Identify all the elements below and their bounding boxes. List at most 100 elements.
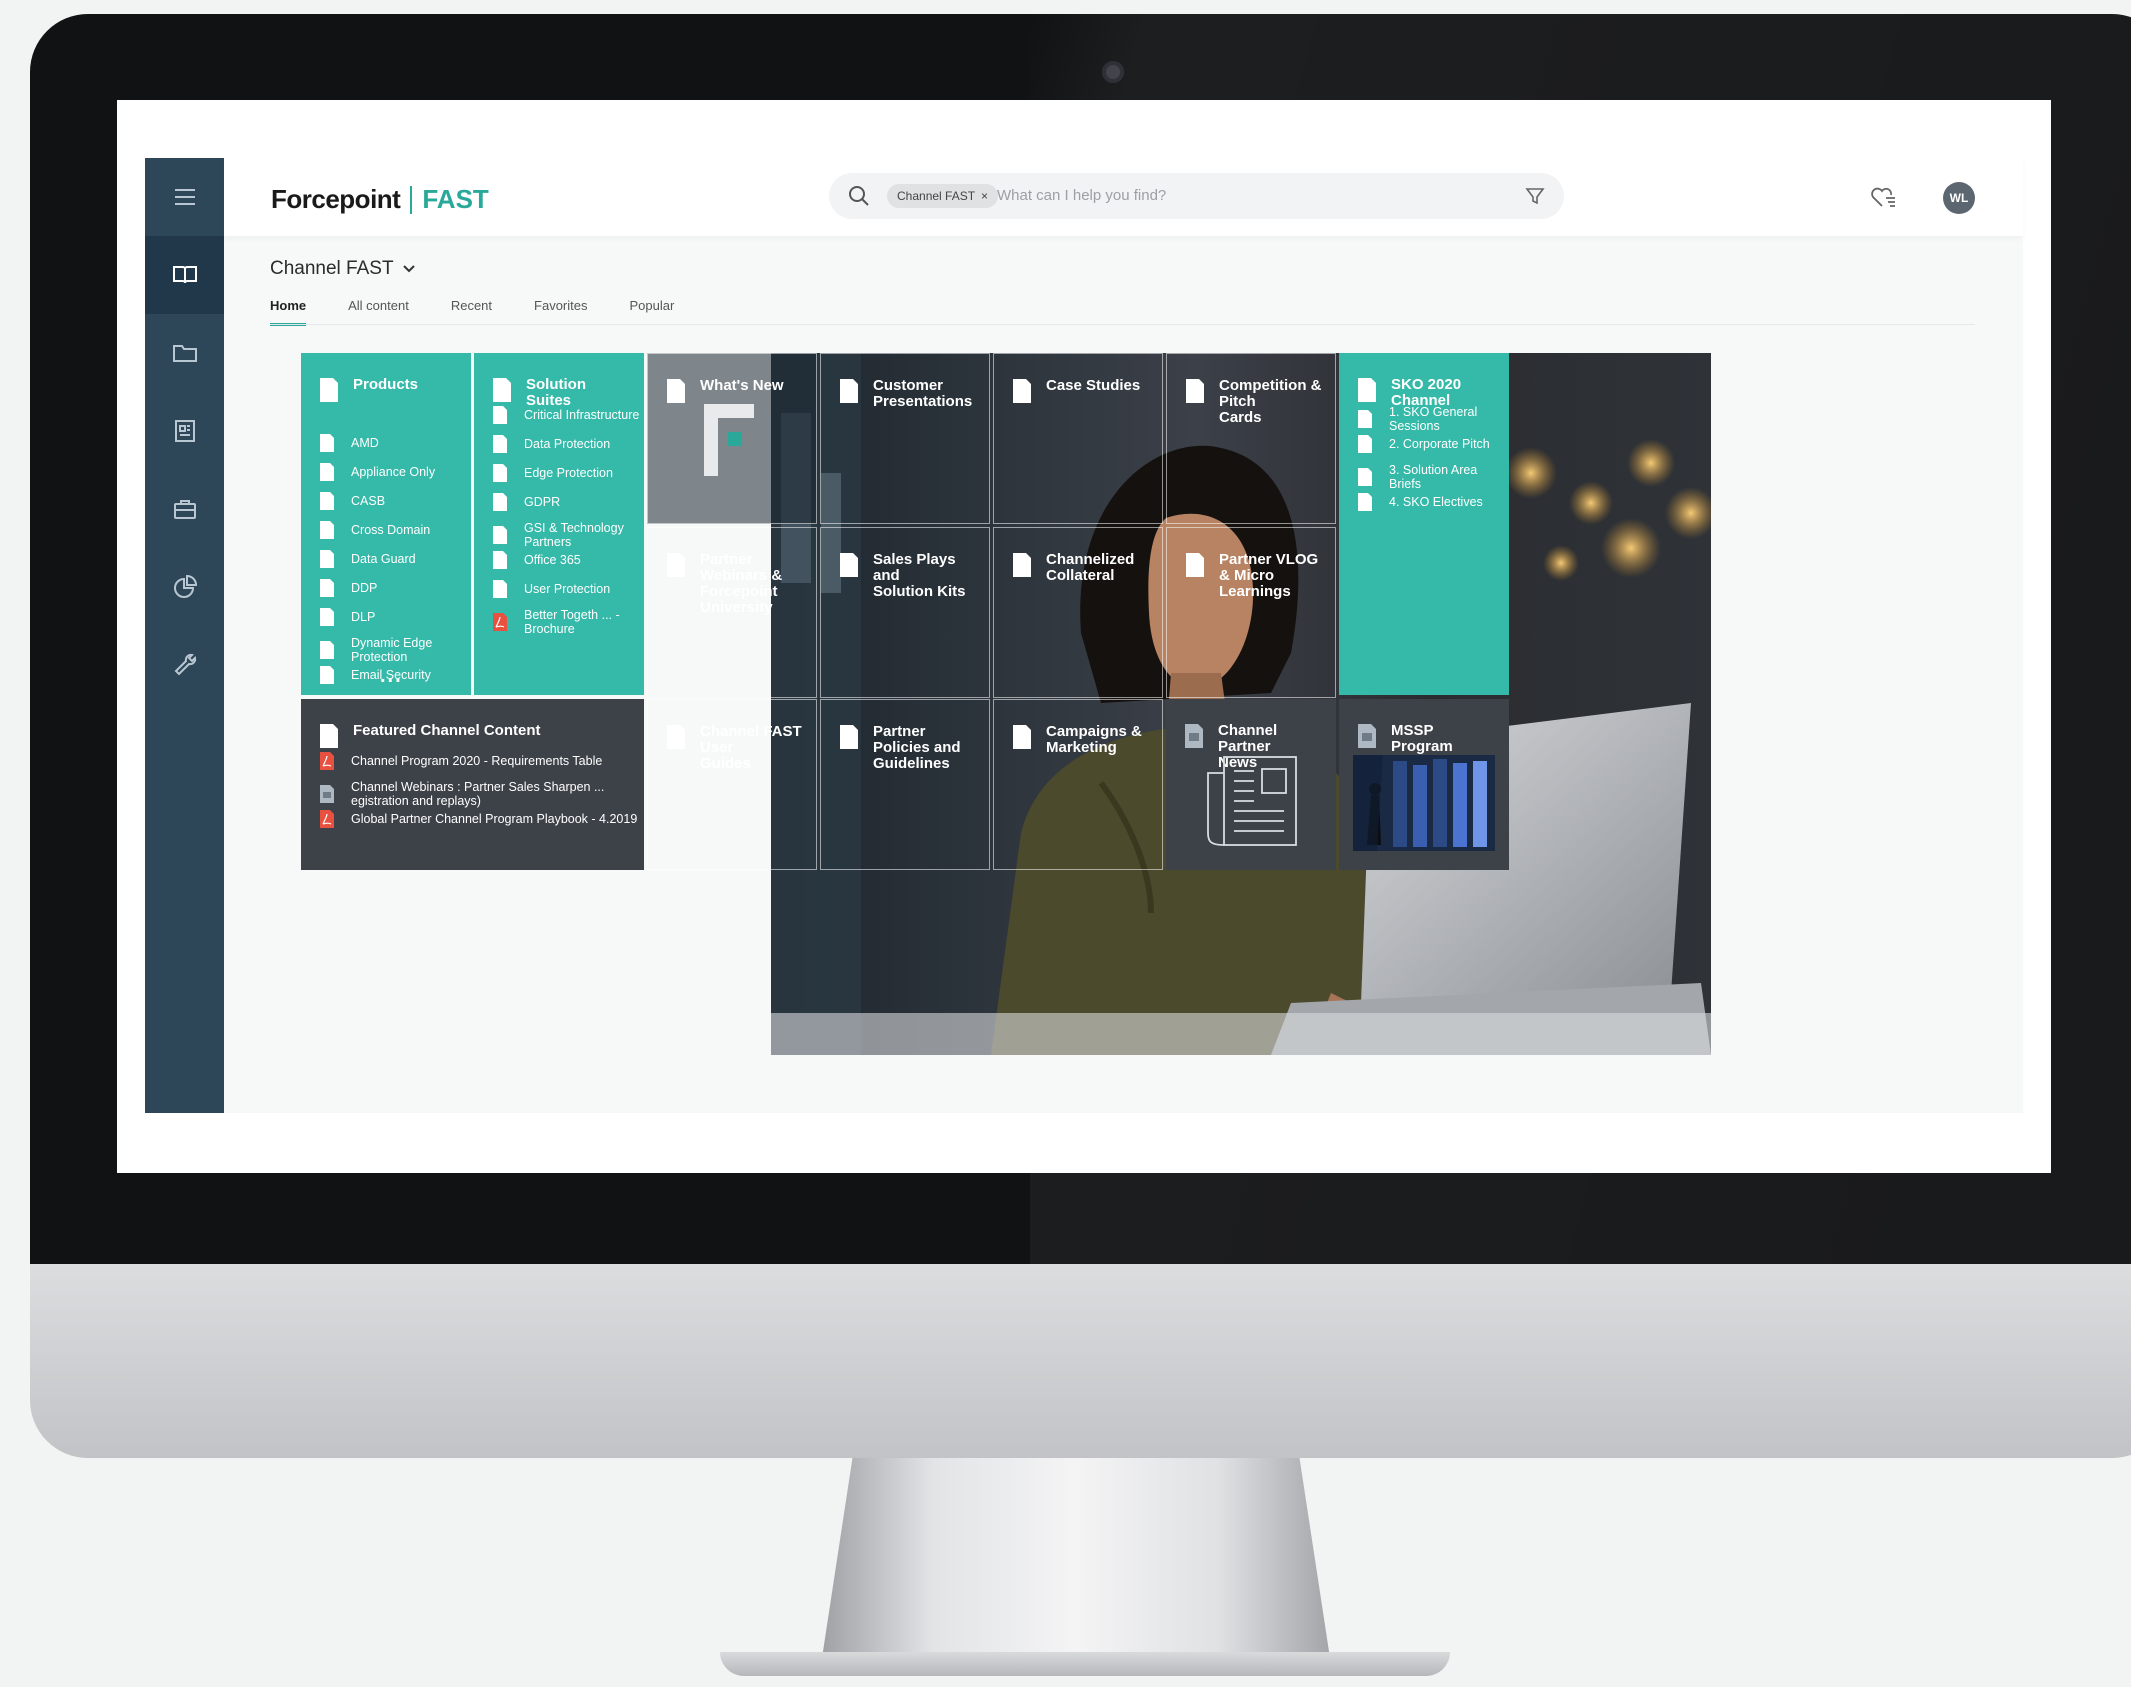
tile-title: Channelized Collateral: [1046, 551, 1135, 584]
document-icon: [667, 379, 685, 403]
list-item[interactable]: 1. SKO General Sessions: [1357, 405, 1509, 433]
tile-customer-presentations[interactable]: Customer Presentations: [820, 353, 990, 524]
list-item[interactable]: GDPR: [492, 492, 560, 512]
tab-recent[interactable]: Recent: [451, 292, 492, 326]
search-bar[interactable]: Channel FAST × What can I help you find?: [829, 173, 1564, 219]
tile-competition-pitch-cards[interactable]: Competition & Pitch Cards: [1166, 353, 1336, 524]
list-item[interactable]: Channel Program 2020 - Requirements Tabl…: [319, 751, 602, 771]
favorites-list-icon[interactable]: [1868, 182, 1898, 212]
document-icon: [320, 521, 334, 539]
document-icon: [493, 406, 507, 424]
document-icon: [493, 580, 507, 598]
tile-title: Partner Policies and Guidelines: [873, 723, 961, 772]
list-item[interactable]: DDP: [319, 578, 377, 598]
list-item[interactable]: Critical Infrastructure: [492, 405, 639, 425]
tile-channel-partner-news[interactable]: Channel Partner News: [1166, 699, 1336, 870]
list-item[interactable]: Dynamic Edge Protection: [319, 636, 471, 664]
list-item[interactable]: Better Togeth ... - Brochure: [492, 608, 644, 636]
chevron-down-icon: [402, 265, 415, 273]
tile-partner-webinars[interactable]: Partner Webinars & Forcepoint University: [647, 527, 817, 698]
tab-home[interactable]: Home: [270, 292, 307, 326]
webcam: [1102, 61, 1124, 83]
document-icon: [1186, 553, 1204, 577]
wrench-icon[interactable]: [145, 626, 224, 704]
tab-all-content[interactable]: All content: [348, 292, 409, 326]
user-avatar[interactable]: WL: [1943, 182, 1975, 214]
monitor-screen: Forcepoint FAST Channel FAST × What can …: [117, 100, 2051, 1173]
document-icon: [493, 435, 507, 453]
context-title: Channel FAST: [270, 258, 394, 279]
tab-bar: Home All content Recent Favorites Popula…: [270, 292, 716, 326]
logo-divider: [410, 185, 413, 214]
list-item[interactable]: Cross Domain: [319, 520, 430, 540]
tile-channelized-collateral[interactable]: Channelized Collateral: [993, 527, 1163, 698]
forcepoint-f-logo-icon: [704, 404, 754, 476]
tile-partner-vlog[interactable]: Partner VLOG & Micro Learnings: [1166, 527, 1336, 698]
list-item[interactable]: DLP: [319, 607, 375, 627]
pdf-icon: [320, 752, 334, 770]
book-icon[interactable]: [145, 236, 224, 314]
data-center-thumbnail: [1353, 755, 1495, 851]
tile-campaigns-marketing[interactable]: Campaigns & Marketing: [993, 699, 1163, 870]
monitor-stand: [822, 1458, 1330, 1658]
sidebar: [145, 158, 224, 1113]
document-icon: [320, 608, 334, 626]
tile-title: MSSP Program: [1391, 722, 1453, 755]
document-icon: [667, 553, 685, 577]
more-items-button[interactable]: ...: [380, 665, 403, 688]
list-item[interactable]: 2. Corporate Pitch: [1357, 434, 1490, 454]
tab-popular[interactable]: Popular: [630, 292, 675, 326]
tile-sko-2020-channel[interactable]: SKO 2020 Channel 1. SKO General Sessions…: [1339, 353, 1509, 695]
tile-solution-suites[interactable]: Solution Suites Critical Infrastructure …: [474, 353, 644, 695]
list-item[interactable]: Edge Protection: [492, 463, 613, 483]
monitor-base: [720, 1652, 1450, 1676]
list-item[interactable]: Appliance Only: [319, 462, 435, 482]
pdf-icon: [320, 810, 334, 828]
tile-channel-fast-user-guides[interactable]: Channel FAST User Guides: [647, 699, 817, 870]
list-item[interactable]: Email Security: [319, 665, 431, 685]
list-item[interactable]: Office 365: [492, 550, 581, 570]
filter-icon[interactable]: [1524, 185, 1546, 207]
list-item[interactable]: User Protection: [492, 579, 610, 599]
tile-mssp-program[interactable]: MSSP Program: [1339, 699, 1509, 870]
tab-favorites[interactable]: Favorites: [534, 292, 587, 326]
document-icon: [320, 579, 334, 597]
top-bar: Forcepoint FAST Channel FAST × What can …: [224, 158, 2023, 236]
document-icon: [320, 463, 334, 481]
document-icon: [667, 725, 685, 749]
app-logo[interactable]: Forcepoint FAST: [271, 184, 489, 215]
list-item[interactable]: Channel Webinars : Partner Sales Sharpen…: [319, 780, 644, 808]
tile-case-studies[interactable]: Case Studies: [993, 353, 1163, 524]
tile-title: Featured Channel Content: [353, 722, 541, 739]
tile-title: Sales Plays and Solution Kits: [873, 551, 966, 600]
document-icon: [840, 725, 858, 749]
image-file-icon: [1358, 724, 1376, 748]
pie-chart-icon[interactable]: [145, 548, 224, 626]
chip-close-icon[interactable]: ×: [981, 189, 988, 203]
list-item[interactable]: Data Protection: [492, 434, 610, 454]
search-input[interactable]: What can I help you find?: [997, 187, 1166, 204]
list-item[interactable]: Data Guard: [319, 549, 416, 569]
search-filter-chip[interactable]: Channel FAST ×: [887, 184, 999, 208]
briefcase-icon[interactable]: [145, 470, 224, 548]
list-item[interactable]: GSI & Technology Partners: [492, 521, 644, 549]
tile-products[interactable]: Products AMD Appliance Only CASB Cross D…: [301, 353, 471, 695]
tile-whats-new[interactable]: What's New: [647, 353, 817, 524]
list-item[interactable]: 3. Solution Area Briefs: [1357, 463, 1509, 491]
folder-icon[interactable]: [145, 314, 224, 392]
logo-brand: Forcepoint: [271, 184, 401, 214]
tile-sales-plays[interactable]: Sales Plays and Solution Kits: [820, 527, 990, 698]
document-icon: [1013, 379, 1031, 403]
context-selector[interactable]: Channel FAST: [270, 258, 416, 280]
tile-partner-policies[interactable]: Partner Policies and Guidelines: [820, 699, 990, 870]
menu-icon[interactable]: [145, 158, 224, 236]
tile-title: Partner Webinars & Forcepoint University: [700, 551, 783, 616]
search-icon[interactable]: [847, 184, 871, 208]
list-item[interactable]: 4. SKO Electives: [1357, 492, 1483, 512]
newspaper-icon[interactable]: [145, 392, 224, 470]
list-item[interactable]: AMD: [319, 433, 379, 453]
list-item[interactable]: Global Partner Channel Program Playbook …: [319, 809, 637, 829]
document-icon: [840, 553, 858, 577]
tile-featured-channel-content[interactable]: Featured Channel Content Channel Program…: [301, 699, 644, 870]
list-item[interactable]: CASB: [319, 491, 385, 511]
